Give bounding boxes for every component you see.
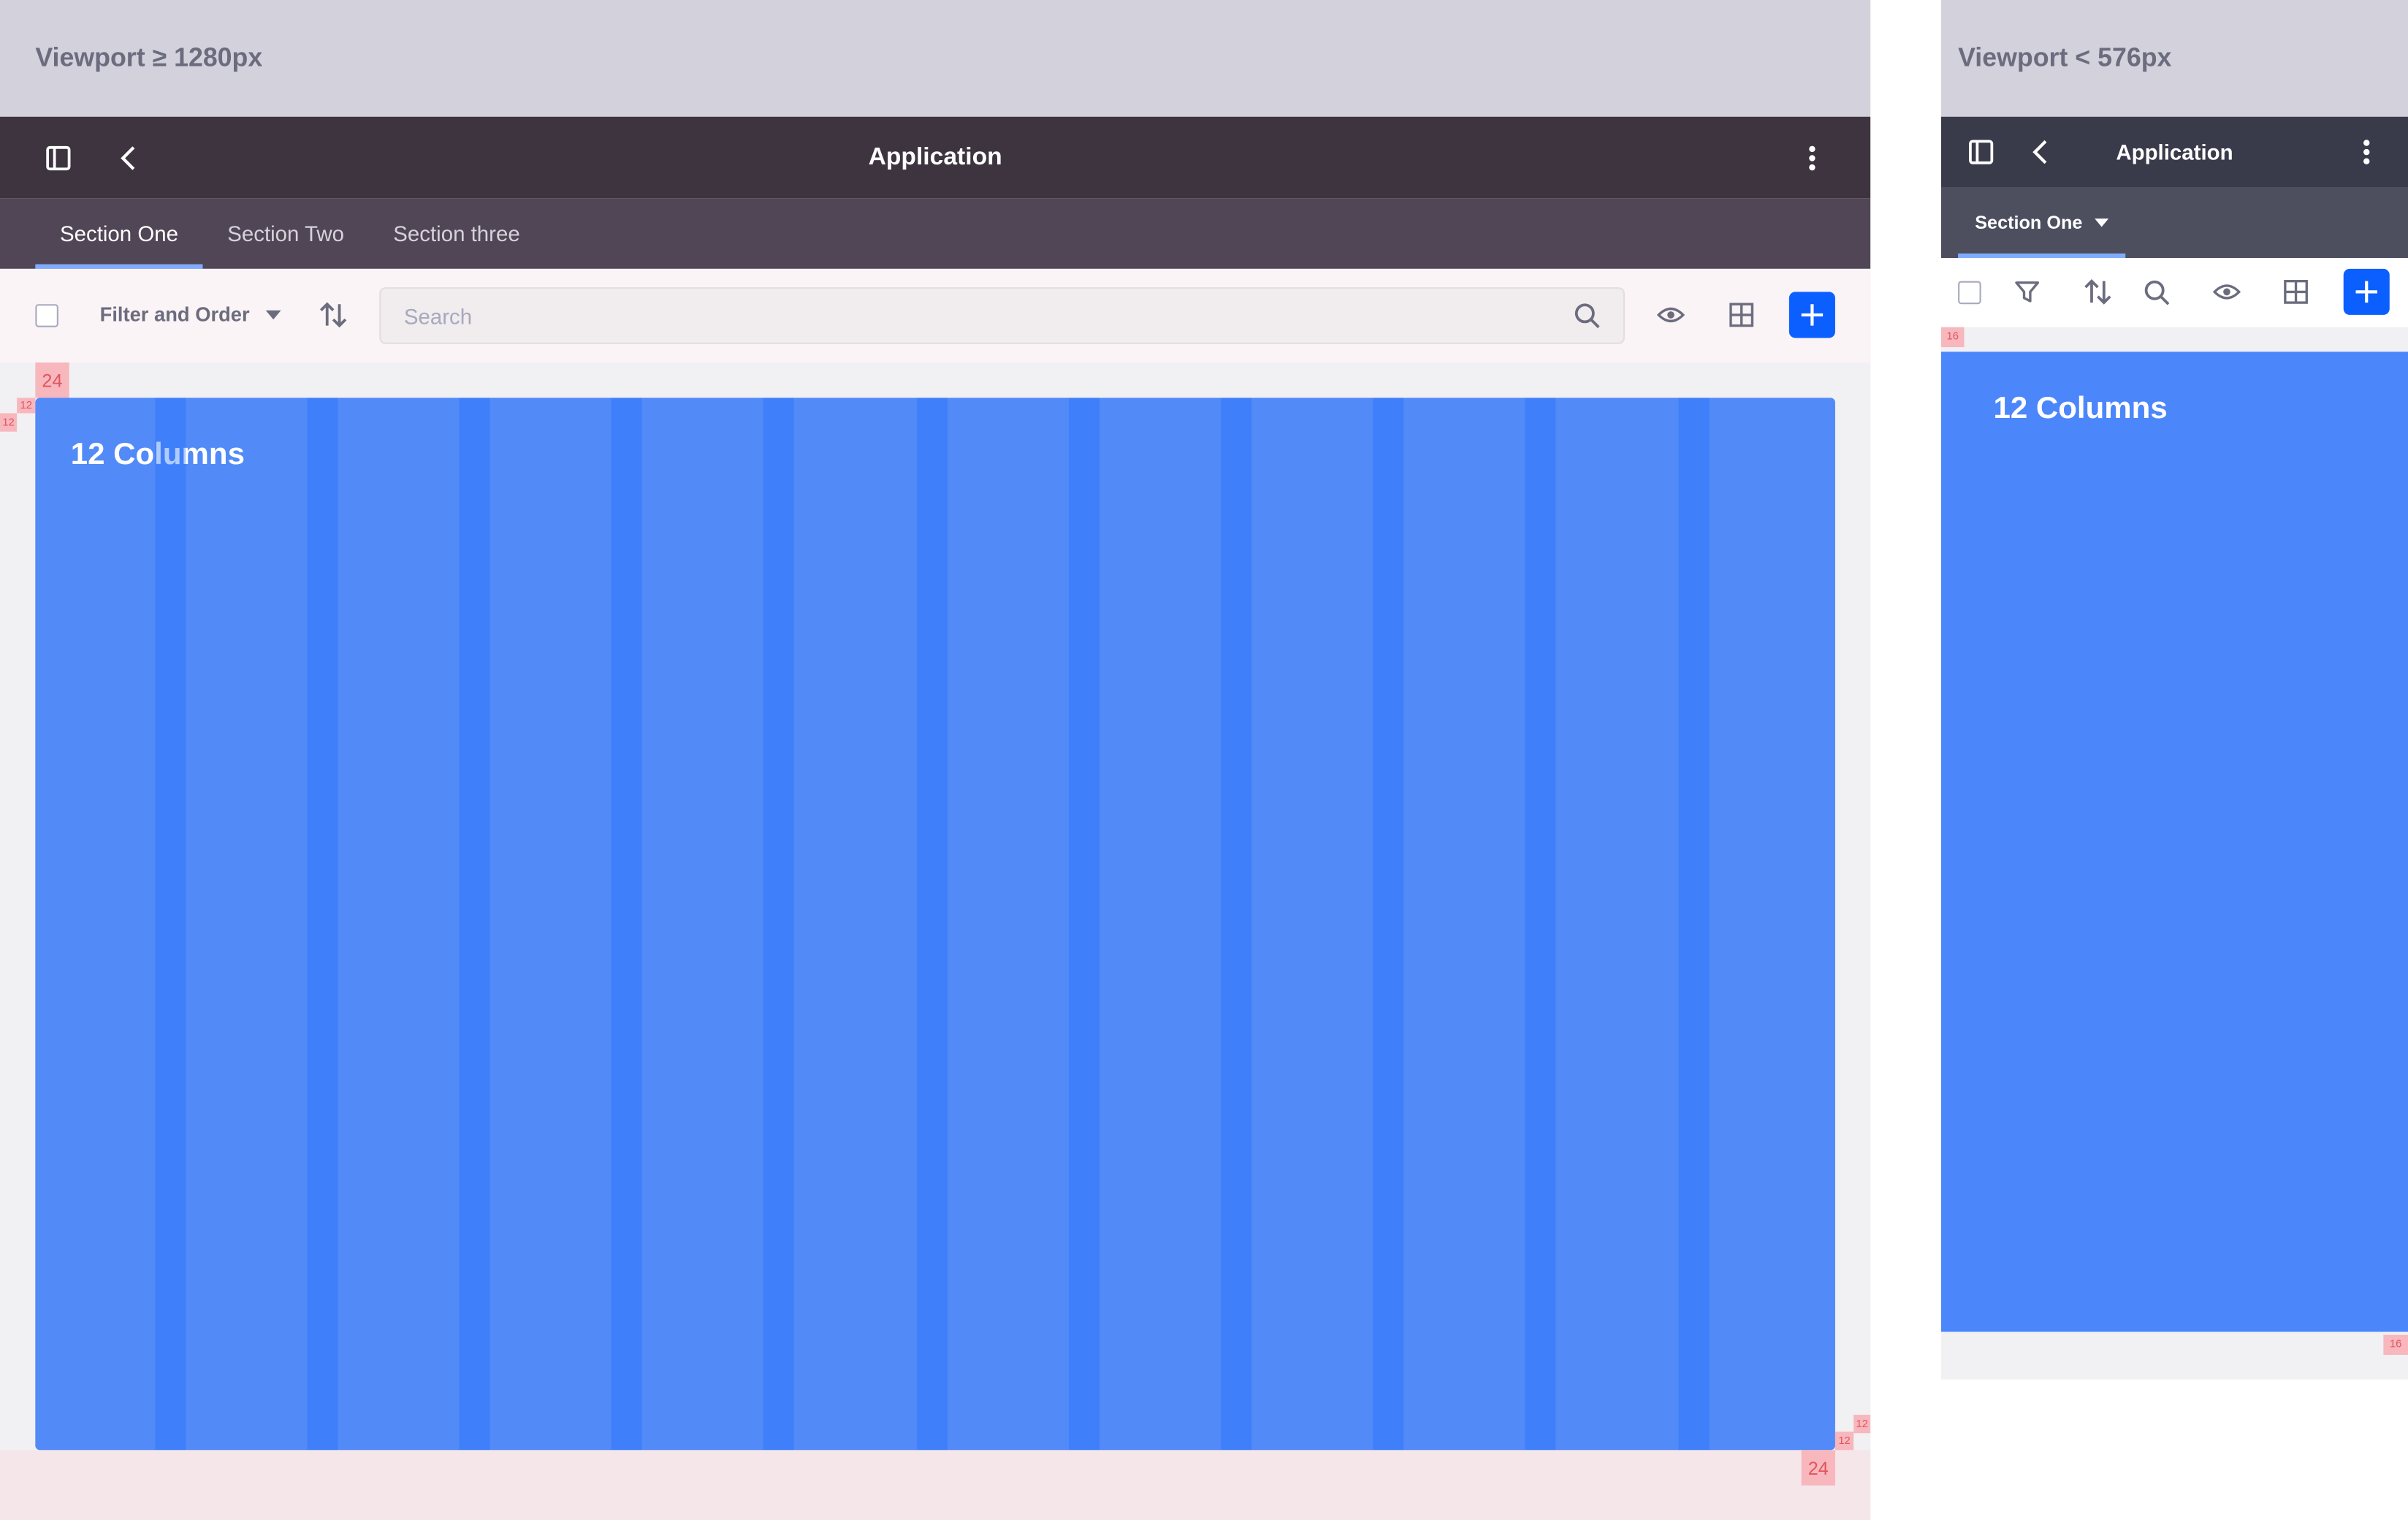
- add-button[interactable]: [1788, 292, 1835, 338]
- back-button[interactable]: [110, 139, 147, 175]
- grid-view-icon: [2284, 279, 2308, 304]
- preview-button[interactable]: [2209, 273, 2245, 310]
- sort-button[interactable]: [315, 297, 351, 333]
- more-options-button[interactable]: [1794, 139, 1830, 175]
- plus-icon: [2355, 281, 2377, 303]
- bottom-gutter-area: [0, 1450, 1871, 1520]
- select-all-checkbox[interactable]: [1958, 281, 1981, 305]
- viewport-label: Viewport ≥ 1280px: [0, 0, 1871, 117]
- add-button[interactable]: [2343, 268, 2390, 315]
- margin-marker-bottom: 16: [2383, 1334, 2408, 1355]
- caret-down-icon: [2095, 218, 2109, 227]
- more-vertical-icon: [1809, 145, 1815, 170]
- sidebar-icon: [1969, 140, 1994, 164]
- filter-icon: [2015, 281, 2040, 303]
- sidebar-toggle-button[interactable]: [40, 139, 77, 175]
- tab-label: Section One: [1975, 212, 2083, 234]
- eye-icon: [2213, 284, 2241, 300]
- tab-bar: Section One: [1940, 187, 2408, 259]
- gutter-marker-top: 24: [35, 362, 69, 398]
- more-vertical-icon: [2363, 140, 2370, 164]
- app-bar: Application: [1940, 116, 2408, 188]
- gutter-marker-bottom: 24: [1801, 1450, 1835, 1486]
- sort-icon: [2084, 278, 2111, 305]
- grid-view-icon: [1729, 303, 1754, 327]
- caret-down-icon: [264, 309, 281, 319]
- margin-marker-top: 16: [1940, 327, 1965, 348]
- content-title: 12 Columns: [1993, 392, 2168, 426]
- search-icon: [2144, 279, 2169, 305]
- back-chevron-icon: [121, 145, 135, 170]
- content-area-12-columns: 12 Columns: [1940, 352, 2408, 1332]
- margin-marker-right-a: 12: [1853, 1414, 1871, 1434]
- app-bar: Application: [0, 116, 1871, 199]
- margin-marker-left-a: 12: [17, 398, 36, 414]
- back-chevron-icon: [2032, 140, 2047, 164]
- management-toolbar: Filter and Order: [0, 268, 1871, 363]
- viewport-label: Viewport < 576px: [1940, 0, 2408, 117]
- search-button[interactable]: [2138, 273, 2174, 310]
- preview-button[interactable]: [1653, 297, 1689, 333]
- mobile-viewport: Viewport < 576px Application Section One: [1940, 0, 2408, 1380]
- desktop-viewport: Viewport ≥ 1280px Application Section On…: [0, 0, 1871, 1520]
- search-icon: [1574, 303, 1599, 329]
- tab-bar: Section One Section Two Section three: [0, 198, 1871, 269]
- back-button[interactable]: [2022, 134, 2059, 170]
- sort-icon: [319, 302, 347, 328]
- select-all-checkbox[interactable]: [35, 304, 58, 327]
- sort-button[interactable]: [2079, 273, 2116, 310]
- plus-icon: [1801, 304, 1824, 326]
- management-toolbar: [1940, 258, 2408, 327]
- sidebar-toggle-button[interactable]: [1962, 134, 1999, 170]
- filter-order-dropdown[interactable]: Filter and Order: [100, 303, 281, 326]
- margin-marker-left-b: 12: [0, 413, 18, 432]
- search-bar: [379, 287, 1625, 344]
- filter-order-label: Filter and Order: [99, 303, 250, 326]
- search-button[interactable]: [1568, 297, 1604, 334]
- more-options-button[interactable]: [2348, 134, 2385, 170]
- search-input[interactable]: [381, 289, 1569, 343]
- content-title: 12 Columns: [70, 438, 245, 472]
- eye-icon: [1657, 307, 1685, 322]
- app-title: Application: [868, 143, 1002, 170]
- margin-marker-right-b: 12: [1834, 1432, 1854, 1451]
- content-area-12-columns: 12 Columns: [35, 398, 1835, 1451]
- view-type-button[interactable]: [2277, 273, 2314, 310]
- app-title: Application: [2116, 140, 2233, 164]
- tab-section-one[interactable]: Section One: [35, 198, 203, 269]
- sidebar-icon: [46, 145, 71, 170]
- tab-section-two[interactable]: Section Two: [203, 198, 369, 269]
- tab-section-one-dropdown[interactable]: Section One: [1958, 187, 2126, 259]
- filter-button[interactable]: [2008, 273, 2045, 310]
- view-type-button[interactable]: [1723, 297, 1759, 333]
- tab-section-three[interactable]: Section three: [369, 198, 545, 269]
